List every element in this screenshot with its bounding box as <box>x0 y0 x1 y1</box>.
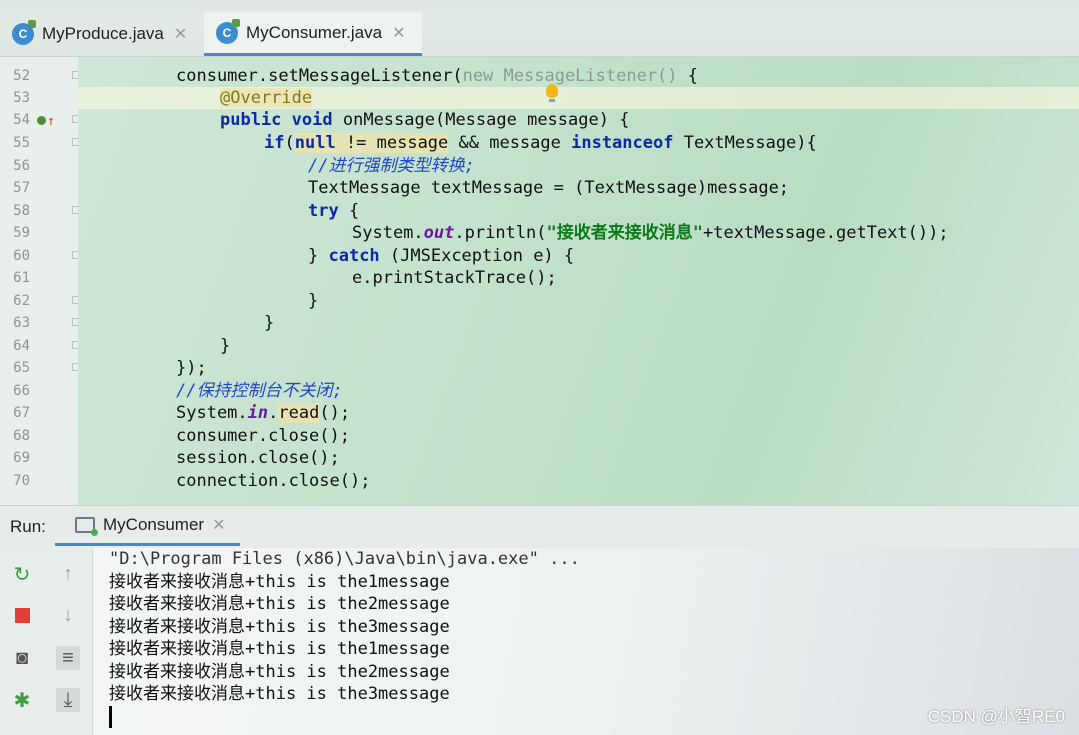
code-line-53: @Override <box>220 88 313 108</box>
line-number: 65 <box>13 360 30 376</box>
close-icon[interactable]: ✕ <box>392 23 405 43</box>
rerun-icon[interactable]: ↻ <box>10 562 34 586</box>
soft-wrap-icon[interactable]: ≡ <box>56 646 80 670</box>
toolbar-strip <box>0 0 1079 10</box>
code-line-67: System.in.read(); <box>176 403 351 423</box>
console-line: 接收者来接收消息+this is the2message <box>109 594 450 614</box>
arrow-up-icon[interactable]: ↑ <box>56 562 80 586</box>
run-side-toolbar: ↻ ↑ ↓ ◙ ≡ ✱ ⤓ <box>0 548 93 735</box>
line-number: 64 <box>13 338 30 354</box>
code-line-62: } <box>308 291 319 311</box>
tab-myconsumer[interactable]: C MyConsumer.java ✕ <box>204 12 422 56</box>
line-number: 66 <box>13 383 30 399</box>
console-command-line: "D:\Program Files (x86)\Java\bin\java.ex… <box>109 549 580 569</box>
code-line-60: } catch (JMSException e) { <box>308 246 575 266</box>
camera-icon[interactable]: ◙ <box>10 646 34 670</box>
line-number: 57 <box>13 180 30 196</box>
line-number: 52 <box>13 68 30 84</box>
tab-myproduce[interactable]: C MyProduce.java ✕ <box>0 12 204 56</box>
run-label: Run: <box>10 517 46 536</box>
console-line: 接收者来接收消息+this is the2message <box>109 661 450 682</box>
line-number: 62 <box>13 293 30 309</box>
console-line: 接收者来接收消息+this is the3message <box>109 616 450 637</box>
close-icon[interactable]: ✕ <box>212 515 225 535</box>
java-class-icon: C <box>216 18 240 44</box>
debug-bug-icon[interactable]: ✱ <box>10 688 34 712</box>
line-number: 58 <box>13 203 30 219</box>
scroll-to-end-icon[interactable]: ⤓ <box>56 688 80 712</box>
tab-label: MyProduce.java <box>42 24 164 43</box>
code-line-66: //保持控制台不关闭; <box>176 381 343 401</box>
code-line-68: consumer.close(); <box>176 426 350 446</box>
text-caret <box>109 706 112 728</box>
override-method-icon[interactable]: ↑ <box>37 114 55 129</box>
arrow-down-icon[interactable]: ↓ <box>56 603 80 627</box>
stop-icon[interactable] <box>10 603 34 627</box>
console-line: 接收者来接收消息+this is the3message <box>109 684 450 704</box>
code-editor[interactable]: consumer.setMessageListener(new MessageL… <box>78 57 1079 505</box>
close-icon[interactable]: ✕ <box>174 24 187 44</box>
code-line-70: connection.close(); <box>176 471 371 491</box>
line-number: 53 <box>13 90 30 106</box>
line-number: 60 <box>13 248 30 264</box>
run-tab-myconsumer[interactable]: MyConsumer ✕ <box>55 506 240 546</box>
editor-gutter: 52 53 54 55 56 57 58 59 60 61 62 63 64 6… <box>0 57 80 505</box>
line-number: 61 <box>13 270 30 286</box>
code-line-52: consumer.setMessageListener(new MessageL… <box>176 66 699 86</box>
code-line-69: session.close(); <box>176 448 340 468</box>
code-line-55: if(null != message && message instanceof… <box>264 133 817 153</box>
line-number: 63 <box>13 315 30 331</box>
line-number: 54 <box>13 112 30 128</box>
code-line-58: try { <box>308 201 360 221</box>
code-line-56: //进行强制类型转换; <box>308 156 475 176</box>
console-icon <box>75 516 98 536</box>
code-line-63: } <box>264 313 275 333</box>
tab-label: MyConsumer.java <box>246 22 383 42</box>
code-line-54: public void onMessage(Message message) { <box>220 110 630 130</box>
code-line-59: System.out.println("接收者来接收消息"+textMessag… <box>352 223 949 243</box>
code-line-61: e.printStackTrace(); <box>352 268 557 288</box>
line-number: 69 <box>13 450 30 466</box>
console-output[interactable]: "D:\Program Files (x86)\Java\bin\java.ex… <box>93 548 1079 735</box>
watermark: CSDN @小智RE0 <box>927 707 1065 726</box>
java-class-icon: C <box>12 20 36 45</box>
line-number: 59 <box>13 225 30 241</box>
code-line-57: TextMessage textMessage = (TextMessage)m… <box>308 178 790 198</box>
run-tab-label: MyConsumer <box>103 514 205 534</box>
line-number: 55 <box>13 135 30 151</box>
code-line-65: }); <box>176 358 207 378</box>
line-number: 70 <box>13 473 30 489</box>
line-number: 56 <box>13 158 30 174</box>
run-tool-window-header: Run: MyConsumer ✕ <box>0 505 1079 549</box>
console-line: 接收者来接收消息+this is the1message <box>109 639 450 659</box>
editor-tab-bar: C MyProduce.java ✕ C MyConsumer.java ✕ <box>0 0 1079 57</box>
code-line-64: } <box>220 336 231 356</box>
line-number: 68 <box>13 428 30 444</box>
line-number: 67 <box>13 405 30 421</box>
console-line: 接收者来接收消息+this is the1message <box>109 571 450 592</box>
